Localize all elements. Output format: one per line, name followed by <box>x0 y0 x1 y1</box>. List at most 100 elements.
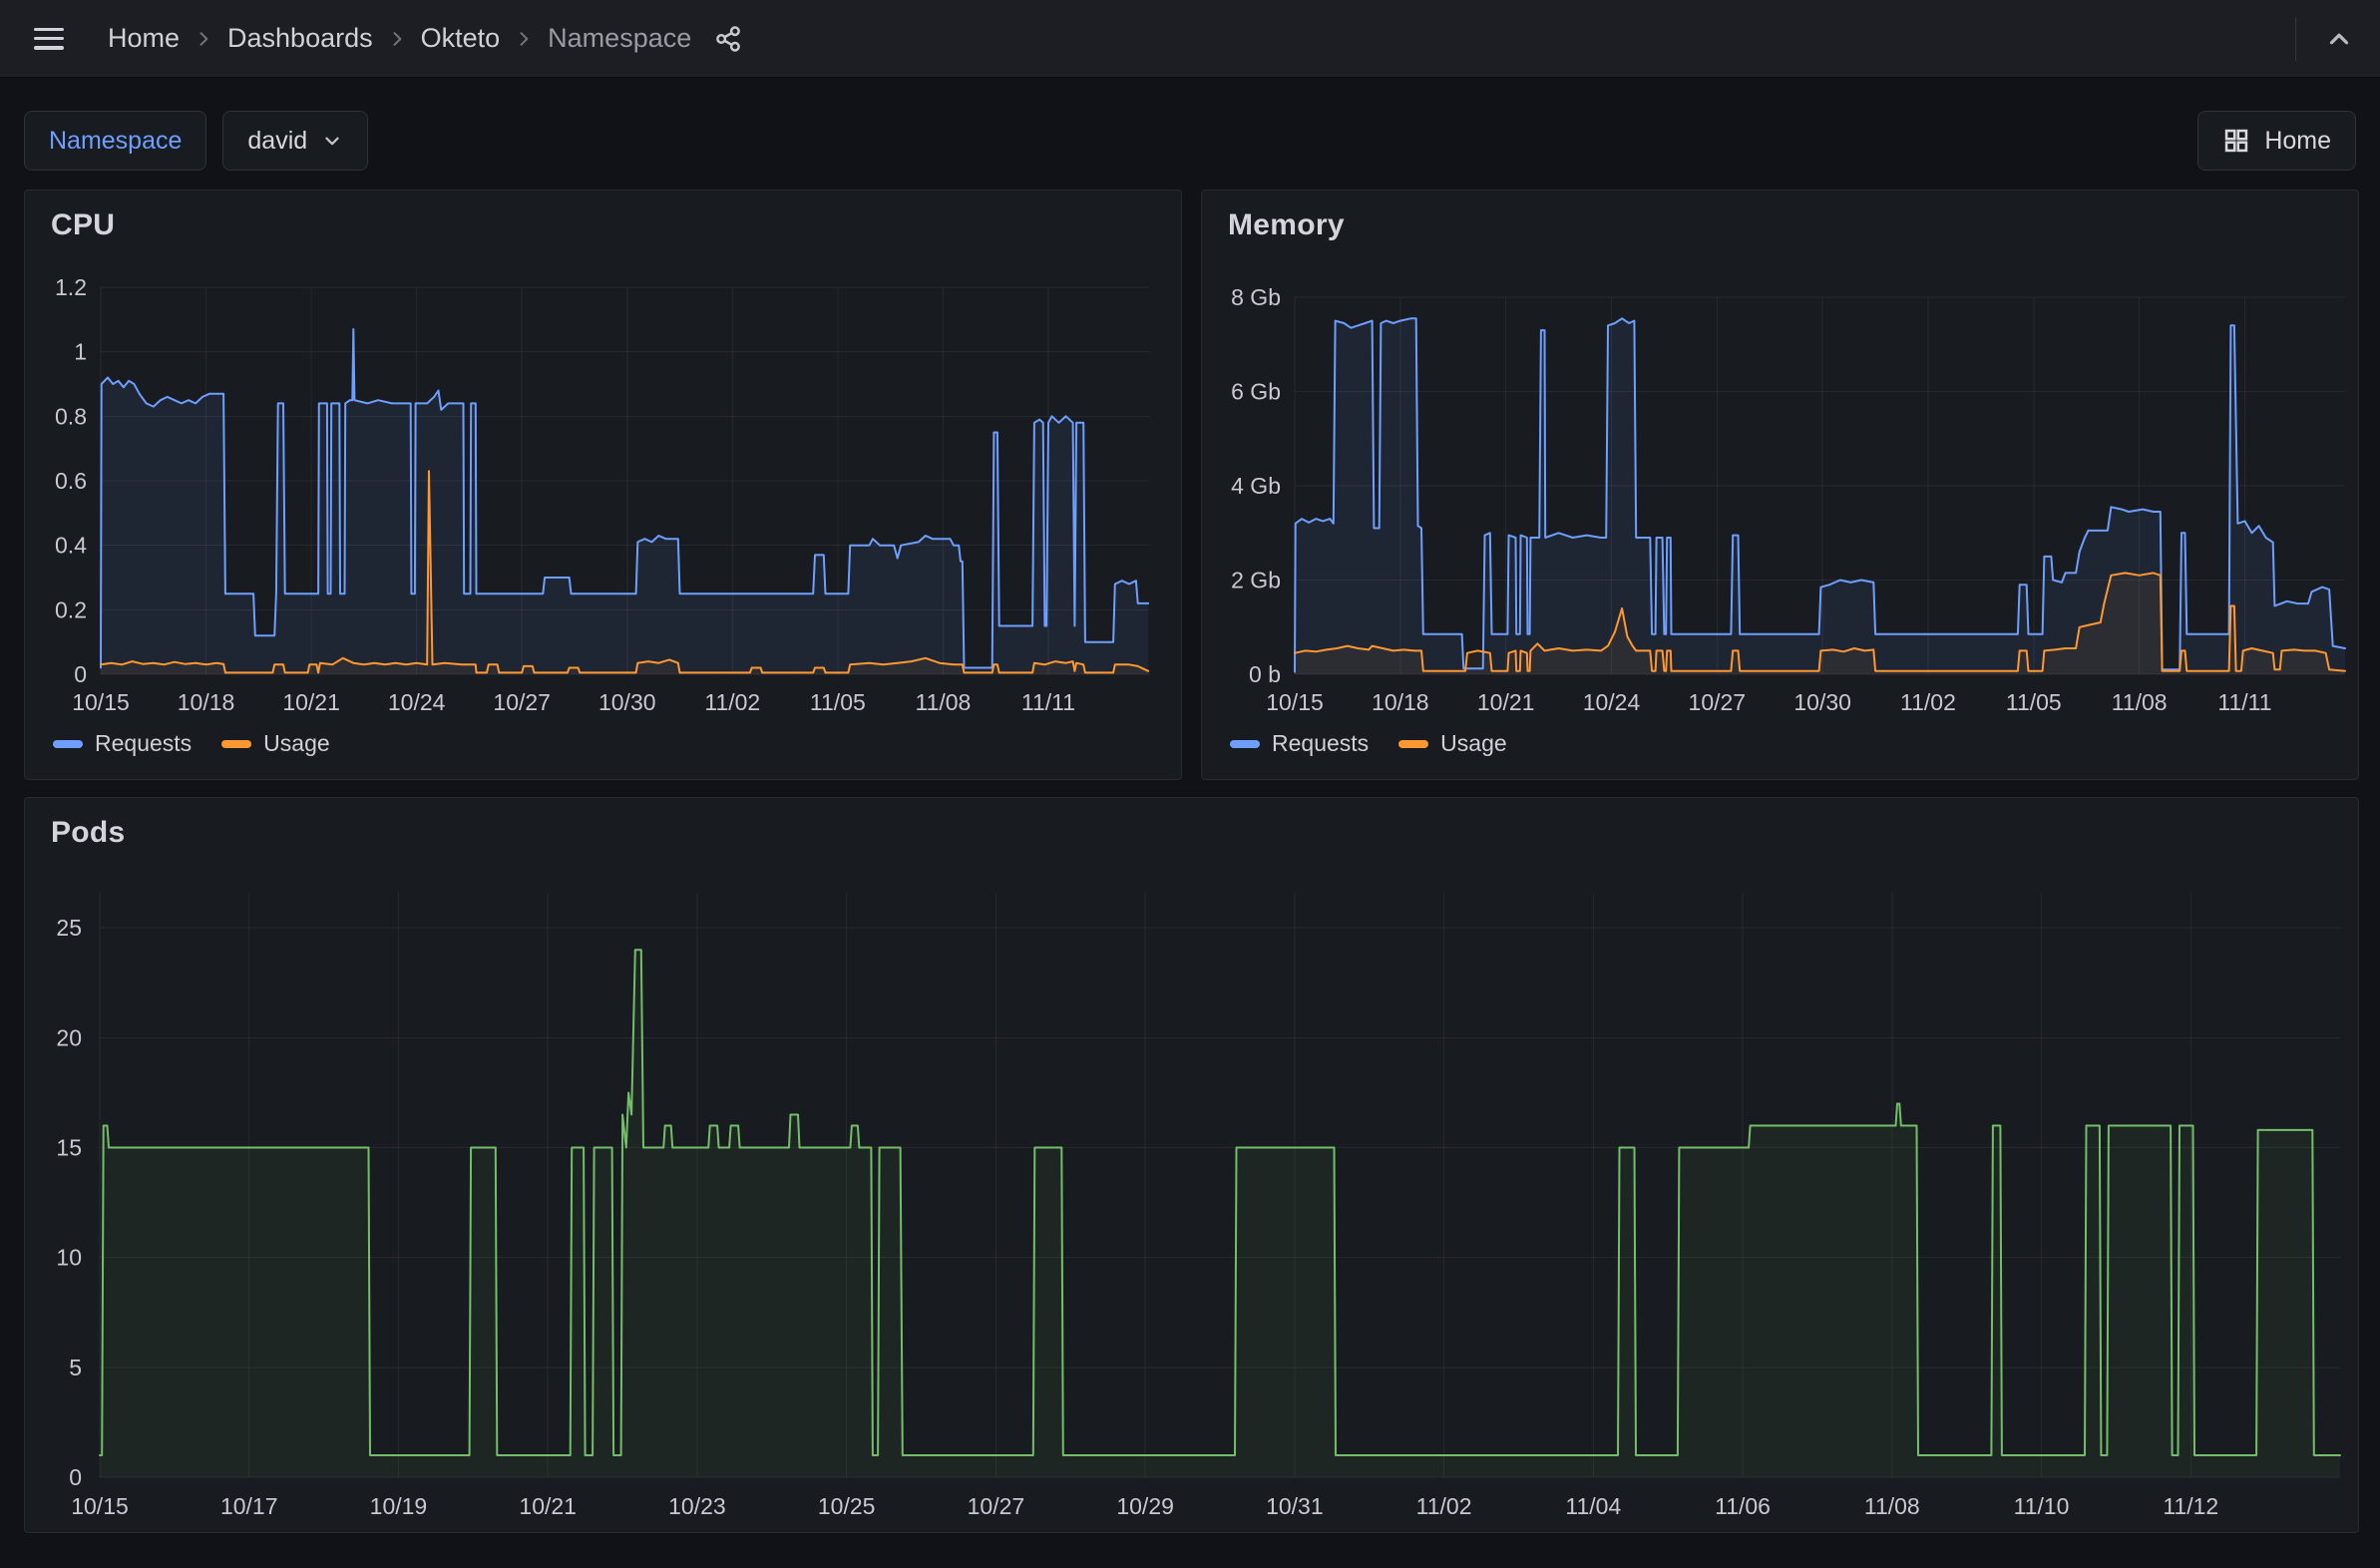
chevron-up-icon[interactable] <box>2324 24 2354 54</box>
panel-pods: Pods 10/1510/1710/1910/2110/2310/2510/27… <box>24 797 2359 1533</box>
y-tick-label: 0.4 <box>55 533 87 559</box>
x-tick-label: 10/19 <box>370 1493 428 1519</box>
x-tick-label: 10/15 <box>1266 689 1324 715</box>
y-tick-label: 0 <box>74 661 87 687</box>
home-button[interactable]: Home <box>2197 111 2356 171</box>
y-tick-label: 25 <box>56 915 82 941</box>
x-tick-label: 10/17 <box>220 1493 278 1519</box>
variable-namespace-select[interactable]: david <box>222 111 368 171</box>
chevron-right-icon <box>514 29 534 49</box>
y-tick-label: 10 <box>56 1245 82 1271</box>
x-tick-label: 10/27 <box>1689 689 1747 715</box>
x-tick-label: 10/23 <box>668 1493 726 1519</box>
pods-chart[interactable]: 10/15 10/17 10/19 10/21 10/23 10/25 10/27 10/29… <box>25 798 2360 1534</box>
x-tick-label: 10/30 <box>1793 689 1851 715</box>
y-tick-label: 1.2 <box>55 274 87 300</box>
top-nav-bar: Home Dashboards Okteto Namespace <box>0 0 2380 78</box>
apps-grid-icon <box>2222 127 2250 155</box>
legend-label: Usage <box>1440 730 1506 757</box>
legend-label: Requests <box>95 730 192 757</box>
legend-label: Requests <box>1272 730 1369 757</box>
y-tick-label: 0 b <box>1249 661 1281 687</box>
share-icon[interactable] <box>713 24 743 54</box>
x-tick-label: 10/27 <box>968 1493 1025 1519</box>
x-tick-label: 11/08 <box>915 689 971 715</box>
x-tick-label: 10/24 <box>388 689 446 715</box>
y-tick-label: 0.6 <box>55 468 87 494</box>
pods-series-line <box>100 950 2340 1455</box>
x-tick-label: 10/15 <box>72 689 130 715</box>
x-tick-label: 11/12 <box>2163 1493 2218 1519</box>
x-tick-label: 10/21 <box>282 689 340 715</box>
x-tick-label: 10/25 <box>818 1493 876 1519</box>
y-tick-label: 20 <box>56 1024 82 1050</box>
memory-legend: Requests Usage <box>1230 730 1507 757</box>
y-tick-label: 1 <box>74 339 87 365</box>
breadcrumb: Home Dashboards Okteto Namespace <box>108 23 691 54</box>
x-tick-label: 10/18 <box>1372 689 1429 715</box>
dashboard-variables: Namespace david <box>24 111 368 171</box>
menu-icon[interactable] <box>34 28 64 50</box>
panel-memory: Memory 10/1510/1810/2110/2410/2710/3011/… <box>1201 190 2359 780</box>
chevron-right-icon <box>387 29 407 49</box>
x-tick-label: 10/21 <box>519 1493 577 1519</box>
x-tick-label: 10/15 <box>71 1493 129 1519</box>
y-tick-label: 8 Gb <box>1231 284 1281 310</box>
x-tick-label: 11/11 <box>1021 689 1075 715</box>
x-tick-label: 11/11 <box>2217 689 2271 715</box>
x-tick-label: 11/02 <box>704 689 760 715</box>
legend-item-usage[interactable]: Usage <box>1398 730 1506 757</box>
x-tick-label: 11/06 <box>1715 1493 1771 1519</box>
x-tick-label: 10/31 <box>1266 1493 1324 1519</box>
x-tick-label: 10/30 <box>598 689 656 715</box>
variable-namespace-label[interactable]: Namespace <box>24 111 206 171</box>
legend-item-requests[interactable]: Requests <box>1230 730 1369 757</box>
variable-namespace-value: david <box>247 127 307 156</box>
requests-series-line <box>1295 318 2345 671</box>
x-tick-label: 10/29 <box>1116 1493 1174 1519</box>
breadcrumb-okteto[interactable]: Okteto <box>421 23 501 54</box>
requests-series-swatch <box>53 740 83 748</box>
x-tick-label: 11/02 <box>1416 1493 1472 1519</box>
cpu-legend: Requests Usage <box>53 730 330 757</box>
x-tick-label: 10/21 <box>1477 689 1535 715</box>
x-tick-label: 10/18 <box>178 689 235 715</box>
x-tick-label: 11/08 <box>1864 1493 1920 1519</box>
panel-cpu: CPU 10/1510/1810/2110/2410/2710/3011/021… <box>24 190 1182 780</box>
requests-series-swatch <box>1230 740 1260 748</box>
legend-item-usage[interactable]: Usage <box>221 730 329 757</box>
breadcrumb-dashboards[interactable]: Dashboards <box>227 23 373 54</box>
requests-series-fill <box>101 329 1148 674</box>
x-tick-label: 11/10 <box>2014 1493 2070 1519</box>
y-tick-label: 0 <box>69 1464 82 1490</box>
y-tick-label: 15 <box>56 1135 82 1161</box>
y-tick-label: 0.8 <box>55 403 87 429</box>
home-button-wrap: Home <box>2197 111 2356 171</box>
y-tick-label: 6 Gb <box>1231 379 1281 405</box>
pods-series-fill <box>100 950 2340 1477</box>
breadcrumb-home[interactable]: Home <box>108 23 180 54</box>
x-tick-label: 11/02 <box>1900 689 1956 715</box>
usage-series-swatch <box>221 740 251 748</box>
x-tick-label: 11/05 <box>810 689 866 715</box>
memory-chart[interactable]: 10/15 10/18 10/21 10/24 10/27 10/30 11/02 11/05… <box>1202 191 2360 781</box>
cpu-chart[interactable]: 10/15 10/18 10/21 10/24 10/27 10/30 11/02 11/05… <box>25 191 1183 781</box>
legend-label: Usage <box>263 730 329 757</box>
x-tick-label: 11/08 <box>2112 689 2168 715</box>
home-button-label: Home <box>2264 127 2331 156</box>
breadcrumb-namespace: Namespace <box>548 23 691 54</box>
legend-item-requests[interactable]: Requests <box>53 730 192 757</box>
x-tick-label: 11/05 <box>2006 689 2062 715</box>
y-tick-label: 2 Gb <box>1231 568 1281 593</box>
nav-right-controls <box>2295 17 2354 61</box>
nav-divider <box>2295 17 2296 61</box>
usage-series-swatch <box>1398 740 1428 748</box>
x-tick-label: 10/27 <box>493 689 551 715</box>
y-tick-label: 4 Gb <box>1231 473 1281 499</box>
x-tick-label: 10/24 <box>1583 689 1641 715</box>
chevron-right-icon <box>194 29 213 49</box>
y-tick-label: 0.2 <box>55 596 87 622</box>
x-tick-label: 11/04 <box>1565 1493 1621 1519</box>
chevron-down-icon <box>321 130 343 152</box>
y-tick-label: 5 <box>69 1355 82 1380</box>
